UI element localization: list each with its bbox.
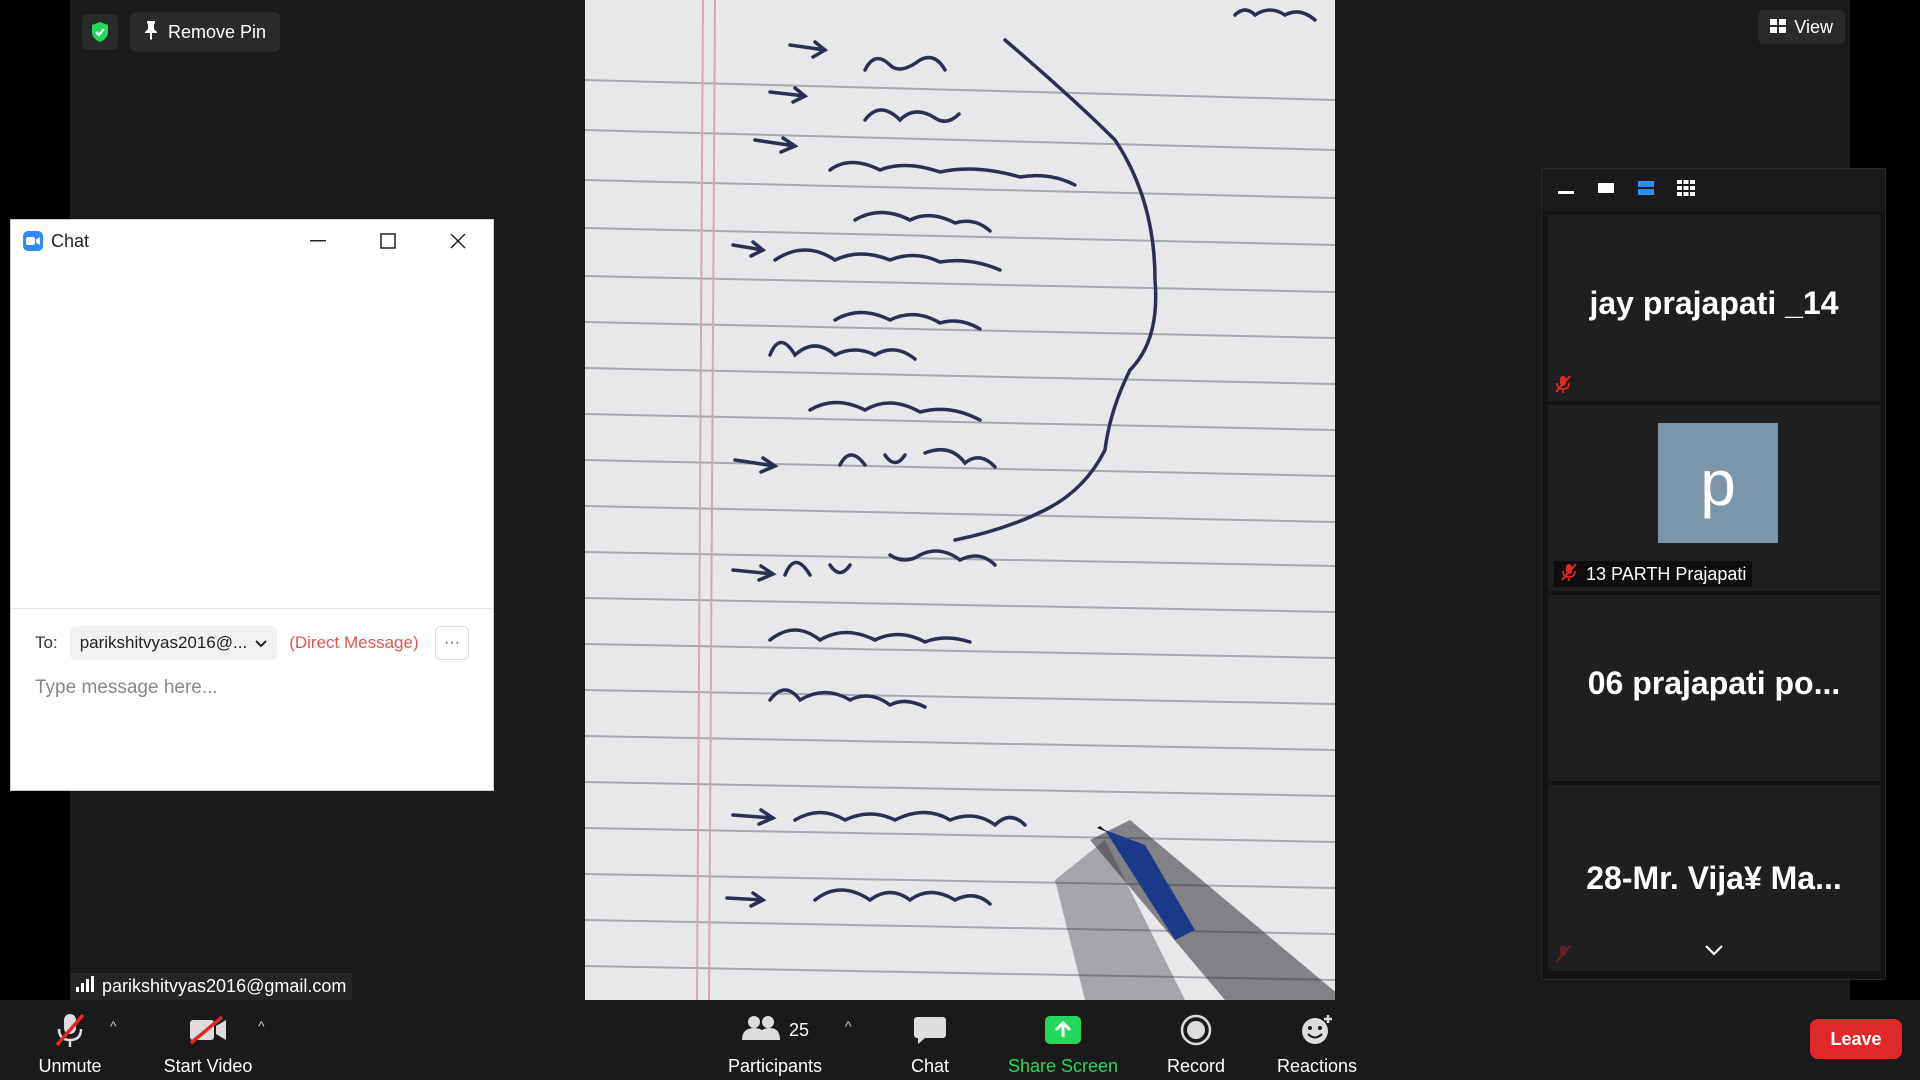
- zoom-logo-icon: [23, 231, 43, 251]
- share-screen-icon: [1044, 1010, 1082, 1050]
- share-screen-button[interactable]: Share Screen: [1003, 1000, 1123, 1080]
- audio-options-caret[interactable]: ^: [110, 1018, 117, 1034]
- recipient-value: parikshitvyas2016@...: [79, 633, 248, 652]
- scroll-down-button[interactable]: [1548, 943, 1880, 961]
- share-screen-label: Share Screen: [1007, 1056, 1119, 1076]
- self-name-tag: parikshitvyas2016@gmail.com: [70, 973, 353, 1000]
- minimize-video-icon[interactable]: [1556, 181, 1576, 200]
- participant-name: jay prajapati _14: [1589, 285, 1839, 321]
- chat-title: Chat: [51, 230, 90, 251]
- signal-strength-icon: [76, 976, 94, 997]
- maximize-button[interactable]: [353, 220, 423, 262]
- pin-icon: [144, 20, 158, 45]
- participants-count: 25: [788, 1019, 810, 1040]
- view-button[interactable]: View: [1758, 10, 1845, 44]
- participant-name: 06 prajapati po...: [1587, 665, 1841, 701]
- participant-tile[interactable]: jay prajapati _14: [1548, 215, 1880, 401]
- speaker-view-icon[interactable]: [1596, 181, 1616, 200]
- start-video-button[interactable]: Start Video: [158, 1000, 258, 1080]
- self-name: parikshitvyas2016@gmail.com: [102, 976, 347, 996]
- gallery-panel: jay prajapati _14 p 13 PARTH Prajapati 0…: [1541, 168, 1886, 980]
- minimize-button[interactable]: [283, 220, 353, 262]
- muted-mic-icon: [53, 1010, 87, 1050]
- reactions-button[interactable]: Reactions: [1272, 1000, 1362, 1080]
- remove-pin-label: Remove Pin: [168, 21, 267, 42]
- participant-tile[interactable]: p 13 PARTH Prajapati: [1548, 405, 1880, 591]
- participants-icon: [741, 1014, 781, 1047]
- video-options-caret[interactable]: ^: [258, 1018, 265, 1034]
- start-video-label: Start Video: [163, 1056, 253, 1076]
- shared-video-feed: [585, 0, 1335, 1000]
- chevron-down-icon: [1704, 943, 1724, 961]
- more-options-button[interactable]: ···: [435, 626, 469, 660]
- participant-label: 13 PARTH Prajapati: [1554, 561, 1753, 587]
- participant-tile[interactable]: 06 prajapati po...: [1548, 595, 1880, 781]
- grid-view-icon: [1770, 17, 1787, 38]
- reactions-label: Reactions: [1276, 1056, 1358, 1076]
- security-shield-icon[interactable]: [82, 14, 118, 50]
- participants-button[interactable]: 25 Participants: [720, 1000, 830, 1080]
- direct-message-label: (Direct Message): [289, 633, 419, 652]
- participants-label: Participants: [727, 1056, 823, 1076]
- notebook-page-image: [585, 0, 1335, 1000]
- participants-options-caret[interactable]: ^: [845, 1018, 852, 1034]
- view-label: View: [1794, 16, 1833, 37]
- video-off-icon: [188, 1010, 228, 1050]
- remove-pin-button[interactable]: Remove Pin: [130, 12, 281, 52]
- muted-mic-icon: [1560, 562, 1578, 587]
- participant-tile[interactable]: 28-Mr. Vija¥ Ma...: [1548, 785, 1880, 971]
- chat-label: Chat: [910, 1056, 950, 1076]
- strip-view-icon[interactable]: [1636, 180, 1656, 201]
- gallery-view-icon[interactable]: [1676, 179, 1696, 202]
- record-label: Record: [1166, 1056, 1226, 1076]
- to-label: To:: [35, 633, 58, 652]
- chat-bubble-icon: [913, 1010, 947, 1050]
- meeting-toolbar: Unmute ^ Start Video ^ 25 Participants ^…: [0, 1000, 1920, 1080]
- chat-button[interactable]: Chat: [895, 1000, 965, 1080]
- participant-name: 28-Mr. Vija¥ Ma...: [1586, 860, 1842, 896]
- close-button[interactable]: [423, 220, 493, 262]
- reactions-icon: [1300, 1010, 1334, 1050]
- chat-divider: [11, 608, 493, 609]
- record-icon: [1180, 1010, 1212, 1050]
- participant-name: 13 PARTH Prajapati: [1586, 563, 1747, 584]
- gallery-toolbar: [1542, 169, 1885, 211]
- avatar: p: [1658, 423, 1778, 543]
- muted-mic-icon: [1554, 371, 1572, 397]
- chevron-down-icon: [255, 633, 267, 653]
- meeting-stage: Remove Pin View Chat To: parikshitvyas20…: [0, 0, 1920, 1000]
- chat-window: Chat To: parikshitvyas2016@... (Direct M…: [11, 220, 493, 790]
- message-input[interactable]: [35, 668, 469, 708]
- unmute-button[interactable]: Unmute: [30, 1000, 110, 1080]
- leave-button[interactable]: Leave: [1810, 1019, 1902, 1059]
- recipient-dropdown[interactable]: parikshitvyas2016@...: [69, 626, 278, 660]
- record-button[interactable]: Record: [1158, 1000, 1234, 1080]
- chat-messages-area: [11, 262, 493, 608]
- unmute-label: Unmute: [38, 1056, 102, 1076]
